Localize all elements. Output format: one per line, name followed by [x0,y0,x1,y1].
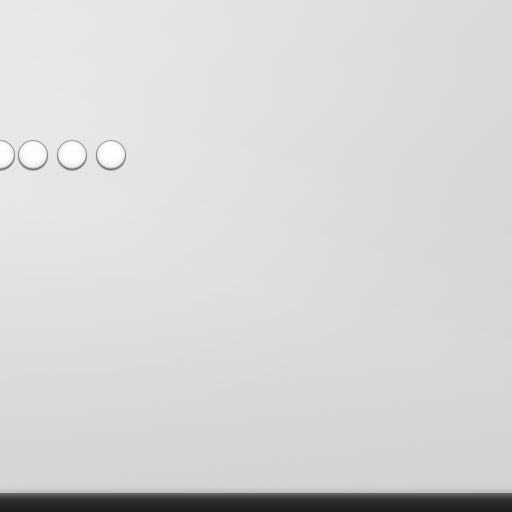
perforation-hole [57,140,87,170]
perforation-hole [0,140,15,170]
bottom-edge-shadow [0,487,512,512]
photo-scene [0,0,512,512]
perforation-hole [96,140,126,170]
perforation-hole [18,140,48,170]
hole-row [0,0,512,512]
